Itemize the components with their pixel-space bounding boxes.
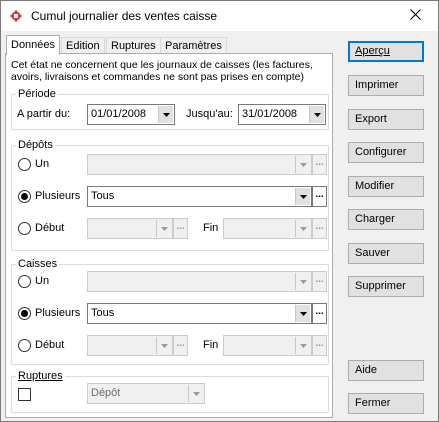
depots-plusieurs-radio[interactable] xyxy=(18,190,31,203)
report-app-icon xyxy=(9,9,23,23)
charger-button[interactable]: Charger xyxy=(348,209,424,230)
tab-parametres[interactable]: Paramètres xyxy=(160,37,227,54)
caisses-un-radio[interactable] xyxy=(18,275,31,288)
depots-debut-combo[interactable] xyxy=(87,218,173,239)
chevron-down-icon[interactable] xyxy=(295,305,310,322)
depots-fin-combo[interactable] xyxy=(223,218,312,239)
depots-plusieurs-browse-button[interactable]: ... xyxy=(312,186,327,207)
depots-debut-label: Début xyxy=(35,222,65,234)
charger-label: Charger xyxy=(355,213,395,225)
caisses-plusieurs-combo[interactable]: Tous xyxy=(87,303,312,324)
apercu-label: Aperçu xyxy=(355,45,390,57)
group-ruptures-legend-text: Ruptures xyxy=(18,370,63,382)
chevron-down-icon[interactable] xyxy=(156,337,171,354)
caisses-un-browse-button[interactable]: ... xyxy=(312,271,327,292)
group-periode-legend: Période xyxy=(16,88,58,100)
caisses-debut-radio[interactable] xyxy=(18,339,31,352)
caisses-un-label: Un xyxy=(35,275,50,287)
depots-un-label: Un xyxy=(35,158,50,170)
caisses-debut-label: Début xyxy=(35,339,65,351)
depots-un-browse-button[interactable]: ... xyxy=(312,154,327,175)
dialog-window: Cumul journalier des ventes caisse Donné… xyxy=(0,0,439,422)
close-icon xyxy=(409,9,421,23)
imprimer-button[interactable]: Imprimer xyxy=(348,75,424,96)
tab-edition[interactable]: Edition xyxy=(61,37,105,54)
group-depots: Dépôts Un ... Plusieurs Tous ... Début .… xyxy=(11,139,329,251)
aide-button[interactable]: Aide xyxy=(348,360,424,381)
caisses-un-combo[interactable] xyxy=(87,271,312,292)
apercu-button[interactable]: Aperçu xyxy=(348,41,424,62)
caisses-fin-browse-button[interactable]: ... xyxy=(312,335,327,356)
chevron-down-icon[interactable] xyxy=(158,106,173,123)
from-date-picker[interactable]: 01/01/2008 xyxy=(87,104,175,125)
fermer-button[interactable]: Fermer xyxy=(348,393,424,414)
from-date-value: 01/01/2008 xyxy=(91,108,147,120)
group-caisses: Caisses Un ... Plusieurs Tous ... Début … xyxy=(11,258,329,365)
depots-fin-browse-button[interactable]: ... xyxy=(312,218,327,239)
tab-ruptures[interactable]: Ruptures xyxy=(106,37,161,54)
chevron-down-icon[interactable] xyxy=(295,220,310,237)
caisses-debut-combo[interactable] xyxy=(87,335,173,356)
export-label: Export xyxy=(355,113,387,125)
close-button[interactable] xyxy=(392,1,438,31)
ruptures-combo[interactable]: Dépôt xyxy=(87,383,205,404)
sauver-label: Sauver xyxy=(355,247,390,259)
aide-label: Aide xyxy=(355,364,378,376)
chevron-down-icon[interactable] xyxy=(295,273,310,290)
chevron-down-icon[interactable] xyxy=(309,106,324,123)
depots-plusieurs-value: Tous xyxy=(91,190,115,202)
chevron-down-icon[interactable] xyxy=(295,156,310,173)
modifier-button[interactable]: Modifier xyxy=(348,176,424,197)
chevron-down-icon[interactable] xyxy=(295,337,310,354)
fermer-label: Fermer xyxy=(355,397,391,409)
caisses-plusieurs-value: Tous xyxy=(91,307,115,319)
chevron-down-icon[interactable] xyxy=(188,385,203,402)
to-date-value: 31/01/2008 xyxy=(242,108,298,120)
configurer-button[interactable]: Configurer xyxy=(348,142,424,163)
caisses-plusieurs-browse-button[interactable]: ... xyxy=(312,303,327,324)
export-button[interactable]: Export xyxy=(348,109,424,130)
depots-un-combo[interactable] xyxy=(87,154,312,175)
info-note: Cet état ne concernent que les journaux … xyxy=(11,59,313,83)
tab-donnees[interactable]: Données xyxy=(6,35,61,55)
configurer-label: Configurer xyxy=(355,146,407,158)
group-ruptures: Ruptures Dépôt xyxy=(11,370,329,413)
imprimer-label: Imprimer xyxy=(355,79,399,91)
ruptures-checkbox[interactable] xyxy=(18,388,31,401)
depots-un-radio[interactable] xyxy=(18,158,31,171)
caisses-fin-combo[interactable] xyxy=(223,335,312,356)
from-date-label: A partir du: xyxy=(17,108,71,120)
depots-fin-label: Fin xyxy=(203,222,219,234)
window-title: Cumul journalier des ventes caisse xyxy=(31,9,218,23)
group-depots-legend: Dépôts xyxy=(16,139,55,151)
group-ruptures-legend: Ruptures xyxy=(16,370,65,382)
to-date-picker[interactable]: 31/01/2008 xyxy=(238,104,326,125)
ruptures-combo-value: Dépôt xyxy=(91,387,121,399)
sauver-button[interactable]: Sauver xyxy=(348,243,424,264)
group-caisses-legend: Caisses xyxy=(16,258,60,270)
modifier-label: Modifier xyxy=(355,180,395,192)
depots-plusieurs-combo[interactable]: Tous xyxy=(87,186,312,207)
chevron-down-icon[interactable] xyxy=(295,188,310,205)
caisses-plusieurs-label: Plusieurs xyxy=(35,307,81,319)
tab-panel-donnees: Cet état ne concernent que les journaux … xyxy=(5,53,333,418)
caisses-fin-label: Fin xyxy=(203,339,219,351)
chevron-down-icon[interactable] xyxy=(156,220,171,237)
depots-debut-radio[interactable] xyxy=(18,222,31,235)
to-date-label: Jusqu'au: xyxy=(186,108,233,120)
supprimer-button[interactable]: Supprimer xyxy=(348,276,424,297)
caisses-plusieurs-radio[interactable] xyxy=(18,307,31,320)
group-periode: Période A partir du: 01/01/2008 Jusqu'au… xyxy=(11,88,329,130)
title-bar: Cumul journalier des ventes caisse xyxy=(1,1,438,31)
depots-debut-browse-button[interactable]: ... xyxy=(173,218,188,239)
depots-plusieurs-label: Plusieurs xyxy=(35,190,81,202)
caisses-debut-browse-button[interactable]: ... xyxy=(173,335,188,356)
supprimer-label: Supprimer xyxy=(355,280,406,292)
